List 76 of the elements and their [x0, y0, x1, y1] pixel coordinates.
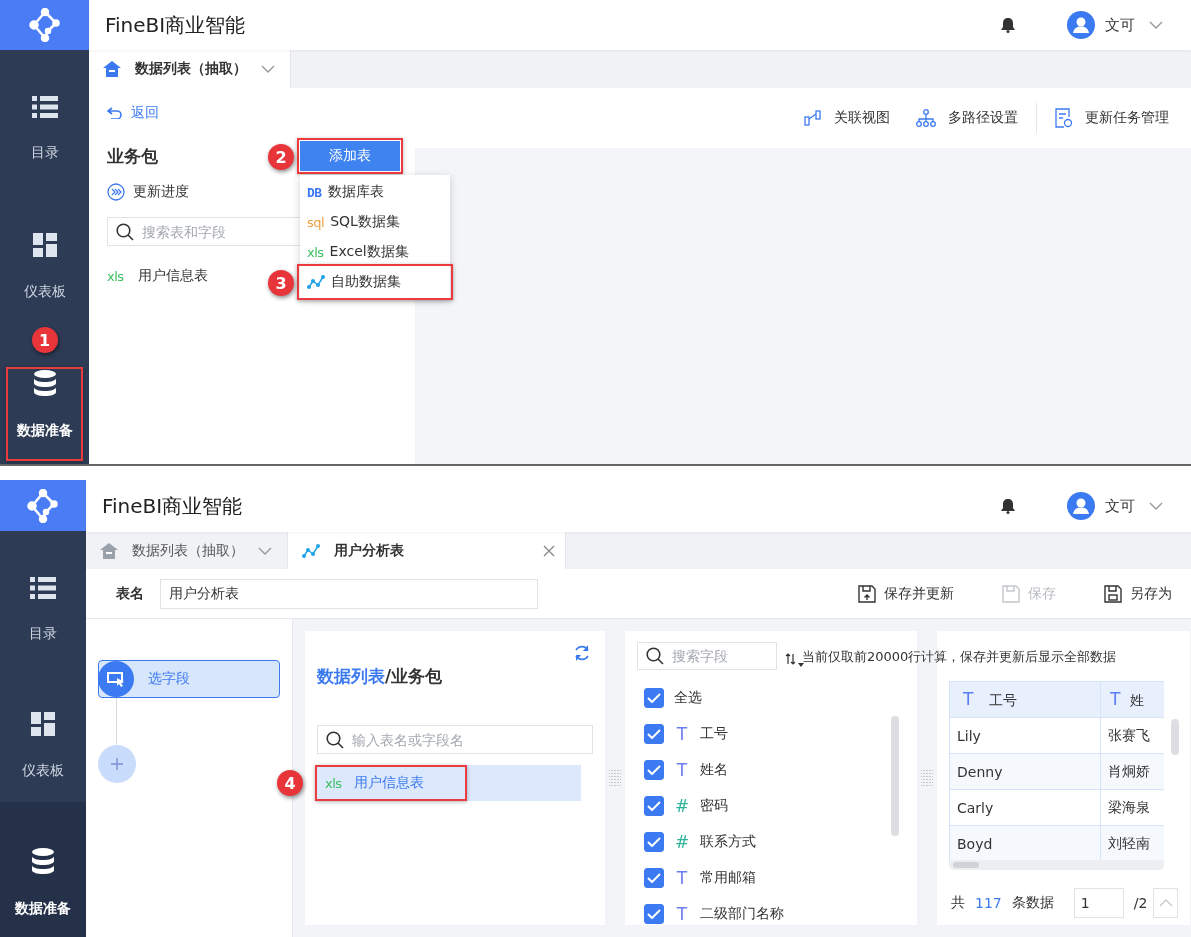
nav-item[interactable]: 数据准备 — [8, 364, 81, 444]
select-all-checkbox[interactable]: 全选 — [637, 680, 905, 716]
user-name[interactable]: 文可 — [1105, 15, 1135, 35]
back-link[interactable]: 返回 — [107, 104, 159, 122]
type-icon: # — [674, 796, 690, 816]
menu-item[interactable]: 自助数据集 — [300, 267, 450, 297]
toolbar-button[interactable]: 关联视图 — [804, 109, 890, 127]
panel-title: /业务包 — [385, 666, 443, 686]
field-row[interactable]: T 二级部门名称 — [637, 896, 905, 925]
db-icon: DB — [307, 184, 322, 200]
app-title: FineBI商业智能 — [105, 11, 246, 39]
package-title: 业务包 — [107, 144, 158, 168]
table-cell: 刘轻南 — [1100, 825, 1164, 862]
xls-icon: xls — [325, 775, 342, 791]
type-icon: T — [674, 904, 690, 924]
field-row[interactable]: # 联系方式 — [637, 824, 905, 860]
step-badge: 4 — [277, 770, 303, 796]
sql-icon: sql — [307, 214, 325, 230]
table-cell: Carly — [949, 789, 1101, 826]
toolbar-button[interactable]: 保存并更新 — [858, 584, 954, 603]
field-name: 密码 — [700, 797, 728, 815]
tab-label: 用户分析表 — [334, 541, 405, 560]
field-name: 联系方式 — [700, 833, 756, 851]
type-icon: T — [674, 724, 690, 744]
field-name: 二级部门名称 — [700, 905, 784, 923]
page-total: /2 — [1133, 895, 1148, 911]
search-field[interactable]: 搜索字段 — [637, 642, 777, 670]
table-cell: Denny — [949, 753, 1101, 790]
user-name[interactable]: 文可 — [1105, 496, 1135, 516]
tab[interactable]: 数据列表（抽取） — [89, 50, 291, 88]
xls-icon: xls — [107, 268, 124, 284]
footer-text: 共 — [951, 894, 965, 912]
type-icon: T — [674, 760, 690, 780]
app-title: FineBI商业智能 — [102, 492, 243, 520]
nav-item[interactable]: 目录 — [22, 90, 67, 166]
nav-item[interactable]: 数据准备 — [0, 801, 86, 937]
nav-item[interactable]: 仪表板 — [15, 227, 74, 305]
field-label: 表名 — [116, 584, 144, 603]
step-badge: 3 — [268, 270, 294, 296]
table-cell: 肖炯娇 — [1100, 753, 1164, 790]
field-row[interactable]: T 工号 — [637, 716, 905, 752]
type-icon: # — [674, 832, 690, 852]
table-cell: Boyd — [949, 825, 1101, 862]
nav-item[interactable]: 仪表板 — [0, 666, 86, 802]
footer-text: 条数据 — [1011, 894, 1054, 912]
field-name: 常用邮箱 — [700, 869, 756, 887]
column-header: T 工号 — [949, 681, 1101, 718]
tab-label: 数据列表（抽取） — [135, 60, 247, 78]
toolbar-button[interactable]: 多路径设置 — [916, 109, 1018, 127]
search-field[interactable]: 输入表名或字段名 — [317, 725, 593, 754]
toolbar-button[interactable]: 另存为 — [1104, 584, 1172, 603]
field-row[interactable]: # 密码 — [637, 788, 905, 824]
table-name-field[interactable]: 用户分析表 — [160, 578, 538, 609]
update-progress-link[interactable]: 更新进度 — [107, 183, 189, 201]
step-badge: 1 — [31, 327, 58, 353]
column-header: T 姓 — [1100, 681, 1164, 718]
field-name: 姓名 — [700, 761, 728, 779]
field-row[interactable]: T 姓名 — [637, 752, 905, 788]
xls-icon: xls — [307, 244, 324, 260]
nav-item[interactable]: 目录 — [0, 531, 86, 667]
toolbar-button[interactable]: 更新任务管理 — [1055, 108, 1169, 128]
table-cell: Lily — [949, 717, 1101, 754]
menu-item[interactable]: DB 数据库表 — [300, 177, 450, 207]
data-list-link[interactable]: 数据列表 — [317, 666, 385, 686]
tab[interactable]: 用户分析表 — [288, 532, 566, 569]
table-name: 用户信息表 — [353, 774, 424, 792]
table-item[interactable]: xls 用户信息表 — [107, 267, 208, 285]
notice-text: 当前仅取前20000行计算，保存并更新后显示全部数据 — [802, 648, 1117, 666]
add-table-button[interactable]: 添加表 — [300, 141, 400, 171]
field-row[interactable]: T 常用邮箱 — [637, 860, 905, 896]
tab-label: 数据列表（抽取） — [132, 541, 244, 560]
page-field[interactable]: 1 — [1073, 888, 1124, 918]
row-count: 117 — [975, 895, 1002, 911]
step-badge: 2 — [268, 144, 294, 170]
field-name: 工号 — [700, 725, 728, 743]
type-icon: T — [674, 868, 690, 888]
